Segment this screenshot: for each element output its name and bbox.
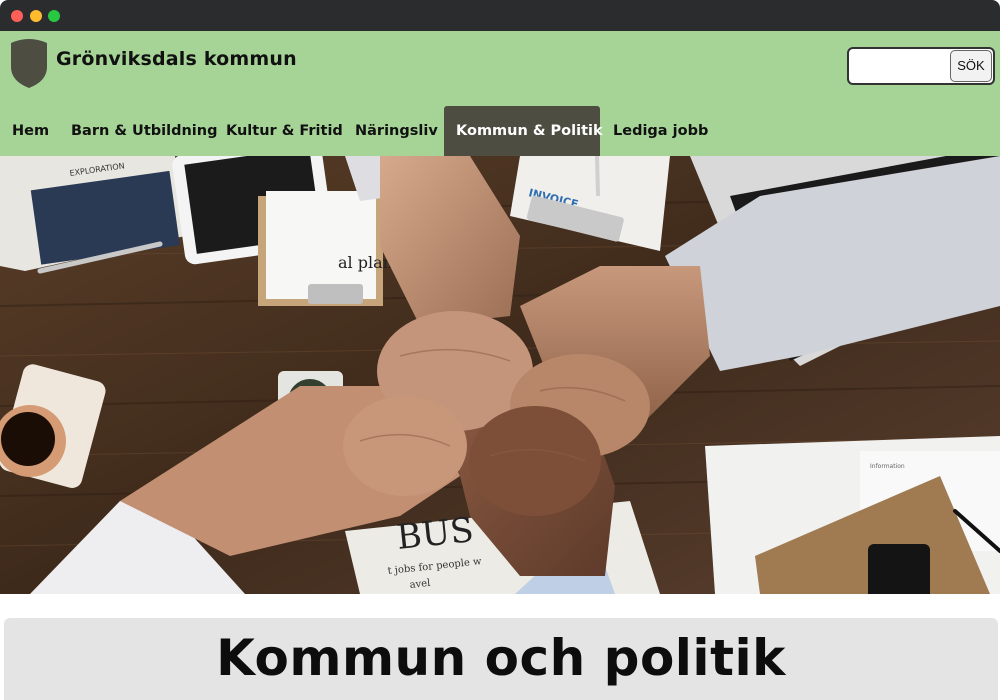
svg-text:Information: Information — [870, 463, 905, 470]
nav-item-hem[interactable]: Hem — [0, 106, 61, 156]
nav-item-kultur-fritid[interactable]: Kultur & Fritid — [214, 106, 355, 156]
nav-item-kommun-politik[interactable]: Kommun & Politik — [444, 106, 603, 156]
hero-teamwork-photo: EXPLORATION al plan INVOICE Information … — [0, 156, 1000, 594]
shield-icon[interactable] — [9, 37, 49, 89]
close-window-button[interactable] — [11, 10, 23, 22]
site-header: Grönviksdals kommun SÖK Hem Barn & Utbil… — [0, 31, 1000, 156]
page-title: Kommun och politik — [216, 629, 786, 687]
maximize-window-button[interactable] — [48, 10, 60, 22]
nav-item-naringsliv[interactable]: Näringsliv — [343, 106, 450, 156]
svg-text:al plan: al plan — [338, 253, 393, 272]
nav-item-lediga-jobb[interactable]: Lediga jobb — [601, 106, 720, 156]
svg-text:avel: avel — [409, 578, 431, 591]
search-box: SÖK — [847, 47, 995, 85]
minimize-window-button[interactable] — [30, 10, 42, 22]
main-nav: Hem Barn & Utbildning Kultur & Fritid Nä… — [0, 106, 1000, 156]
search-input[interactable] — [853, 52, 953, 82]
page-title-box: Kommun och politik — [4, 618, 998, 700]
search-button[interactable]: SÖK — [950, 50, 992, 82]
nav-item-barn-utbildning[interactable]: Barn & Utbildning — [59, 106, 229, 156]
svg-text:BUS: BUS — [395, 510, 476, 558]
window-titlebar — [0, 0, 1000, 31]
site-name[interactable]: Grönviksdals kommun — [56, 48, 297, 70]
browser-window: Grönviksdals kommun SÖK Hem Barn & Utbil… — [0, 0, 1000, 700]
hero-image: EXPLORATION al plan INVOICE Information … — [0, 156, 1000, 594]
